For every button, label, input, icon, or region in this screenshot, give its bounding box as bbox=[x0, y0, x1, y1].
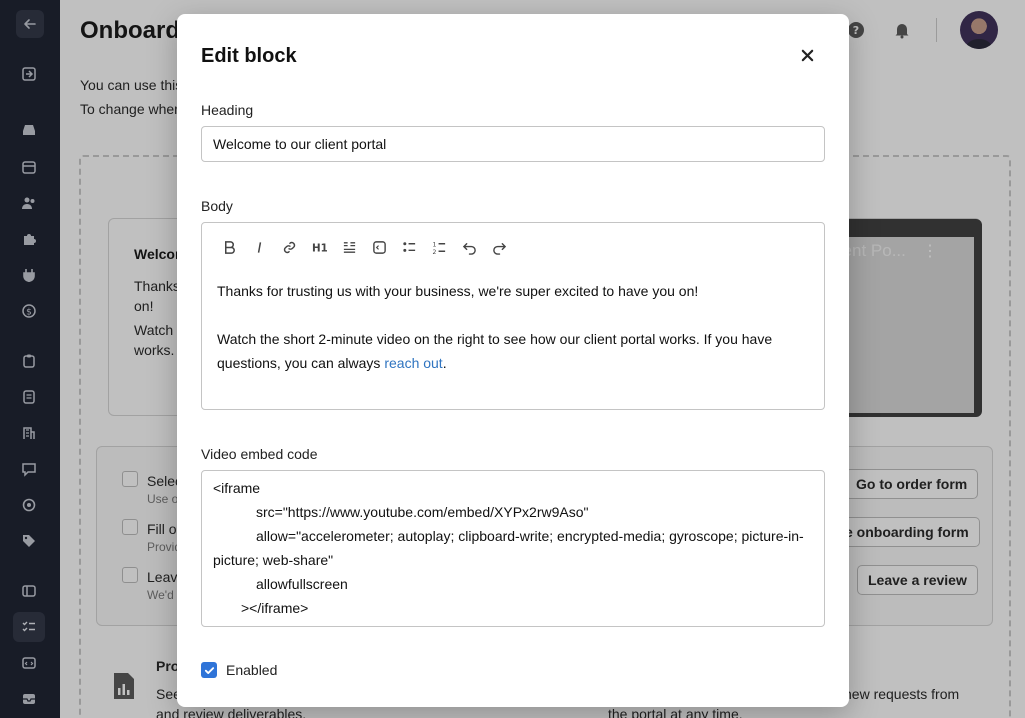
modal-title: Edit block bbox=[201, 45, 297, 67]
code-block-icon[interactable] bbox=[364, 235, 394, 259]
editor-toolbar: H1 12 bbox=[214, 235, 514, 259]
heading-input[interactable] bbox=[201, 126, 825, 162]
enabled-label: Enabled bbox=[226, 662, 278, 678]
body-label: Body bbox=[201, 198, 233, 214]
edit-block-modal: Edit block Heading Body H1 bbox=[177, 14, 849, 707]
enabled-row: Enabled bbox=[201, 662, 277, 678]
code-line: allowfullscreen bbox=[256, 576, 348, 592]
checkmark-icon bbox=[204, 666, 214, 674]
undo-icon[interactable] bbox=[454, 235, 484, 259]
body-paragraph: questions, you can always reach out. bbox=[217, 351, 447, 375]
body-paragraph: Thanks for trusting us with your busines… bbox=[217, 283, 699, 299]
bullet-list-icon[interactable] bbox=[394, 235, 424, 259]
link-icon[interactable] bbox=[274, 235, 304, 259]
code-line: allow="accelerometer; autoplay; clipboar… bbox=[256, 528, 804, 544]
code-line: picture; web-share" bbox=[213, 552, 334, 568]
code-line: src="https://www.youtube.com/embed/XYPx2… bbox=[256, 504, 589, 520]
body-paragraph: Watch the short 2-minute video on the ri… bbox=[217, 331, 773, 347]
numbered-list-icon[interactable]: 12 bbox=[424, 235, 454, 259]
svg-text:H1: H1 bbox=[312, 242, 327, 254]
quote-icon[interactable] bbox=[334, 235, 364, 259]
svg-text:2: 2 bbox=[432, 249, 436, 255]
body-text: . bbox=[442, 355, 447, 371]
body-editor[interactable]: H1 12 Thanks for trusting us with your b… bbox=[201, 222, 825, 410]
code-line: <iframe bbox=[213, 480, 261, 496]
reach-out-link[interactable]: reach out bbox=[384, 355, 442, 371]
body-text: questions, you can always bbox=[217, 355, 385, 371]
italic-icon[interactable] bbox=[244, 235, 274, 259]
bold-icon[interactable] bbox=[214, 235, 244, 259]
close-icon[interactable] bbox=[796, 44, 818, 66]
redo-icon[interactable] bbox=[484, 235, 514, 259]
heading-label: Heading bbox=[201, 102, 254, 118]
code-line: ></iframe> bbox=[241, 600, 309, 616]
enabled-checkbox[interactable] bbox=[201, 662, 217, 678]
svg-text:1: 1 bbox=[432, 241, 436, 248]
heading1-icon[interactable]: H1 bbox=[304, 235, 334, 259]
video-embed-code-textarea[interactable]: <iframe src="https://www.youtube.com/emb… bbox=[201, 470, 825, 627]
video-embed-label: Video embed code bbox=[201, 446, 318, 462]
